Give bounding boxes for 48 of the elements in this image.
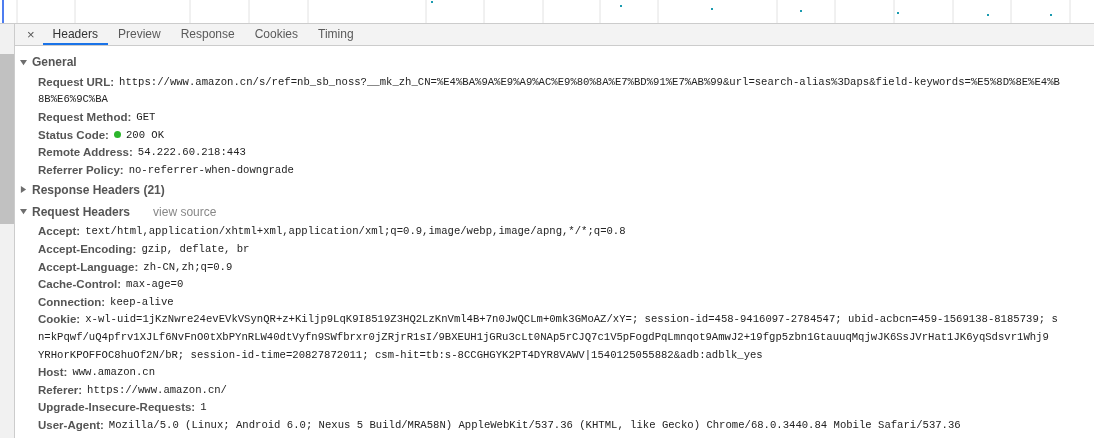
tab[interactable]: Timing [308, 24, 364, 45]
header-name: Cookie: [38, 313, 81, 326]
header-name: Referrer Policy: [38, 163, 124, 176]
tab[interactable]: Preview [107, 24, 171, 45]
tab[interactable]: Response [170, 24, 245, 45]
header-name: User-Agent: [38, 418, 104, 431]
header-value: 200 OK [125, 128, 165, 141]
header-name: Request Method: [38, 111, 132, 123]
header-value: Mozilla/5.0 (Linux; Android 6.0; Nexus 5 Build/MRA58N) AppleWebKit/537.36 (KHTML, like Gecko) Chrome/68.0.3440.84 Mobile Safari/537.36 [108, 418, 961, 431]
header-value: 54.222.60.218:443 [137, 146, 246, 159]
header-name: Host: [38, 366, 68, 379]
view-source-link[interactable]: view source [153, 204, 217, 219]
header-value: zh-CN,zh;q=0.9 [143, 260, 233, 273]
header-value: gzip, deflate, br [141, 242, 250, 255]
section-title[interactable]: General [32, 55, 77, 69]
tab[interactable]: Headers [42, 24, 108, 45]
header-name: Accept: [38, 225, 81, 238]
header-name: Accept-Encoding: [38, 242, 137, 255]
scrollbar-thumb[interactable] [0, 54, 14, 224]
header-name: Status Code: [38, 128, 109, 141]
header-value: https://www.amazon.cn/s/ref=nb_sb_noss?__mk_zh_CN=%E4%BA%9A%E9%A9%AC%E9%80%8A%E7%BD%91%E7%AB%99&url=search-alias%3Daps&field-keywords=%E5%8D%8E%E4%B [119, 75, 1060, 88]
expand-triangle-icon[interactable] [20, 58, 27, 66]
header-name: Accept-Language: [38, 260, 139, 273]
header-value: text/html,application/xhtml+xml,application/xml;q=0.9,image/webp,image/apng,*/*;q=0.8 [85, 225, 626, 238]
header-value: GET [136, 111, 156, 123]
header-name: Referer: [38, 383, 83, 396]
status-dot-icon [113, 131, 121, 139]
header-value: YRHorKPOFFOC8huOf2N/bR; session-id-time=20827872011; csm-hit=tb:s-8CCGHGYK2PT4DYR8VAWV|1540125055882&adb:adblk_yes [38, 348, 763, 361]
header-name: Connection: [38, 295, 106, 308]
header-value: 1 [200, 401, 207, 414]
collapse-triangle-icon[interactable] [20, 186, 27, 194]
header-name: Upgrade-Insecure-Requests: [38, 401, 196, 414]
header-name: Remote Address: [38, 146, 133, 159]
header-value: no-referrer-when-downgrade [128, 163, 294, 176]
header-value: https://www.amazon.cn/ [87, 383, 227, 396]
header-value: www.amazon.cn [72, 366, 156, 379]
section-title[interactable]: Request Headers [32, 204, 131, 219]
header-name: Cache-Control: [38, 278, 122, 291]
header-value: x-wl-uid=1jKzNwre24evEVkVSynQR+z+Kiljp9LqK9I8519Z3HQ2LzKnVml4B+7n0JwQCLm+0mk3GMoAZ/xY=; session-id=458-9416097-2784547; ubid-acbcn=459-1569138-8185739; s [85, 313, 1058, 326]
header-value: 8B%E6%9C%BA [38, 93, 108, 106]
section-title[interactable]: Response Headers (21) [32, 182, 165, 197]
header-value: max-age=0 [126, 278, 184, 291]
header-name: Request URL: [38, 75, 115, 88]
close-button[interactable]: × [19, 24, 43, 45]
header-value: n=kPqwf/uQ4pfrv1XJLf6NvFnO0tXbPYnRLW40dtVyfn9SWfbrxr0jZRjrR1sI/9BXEUH1jGRu3cLt0NAp5rCJQ7c1V5pFogdPqLmnqot9AmwJ2+19fgp5zbn1GtauuqMqjwJK6SsJVrHat1JK6yqSdsvr1Whj9 [38, 330, 1049, 343]
expand-triangle-icon[interactable] [20, 208, 27, 216]
header-value: keep-alive [110, 295, 174, 308]
tab[interactable]: Cookies [244, 24, 309, 45]
